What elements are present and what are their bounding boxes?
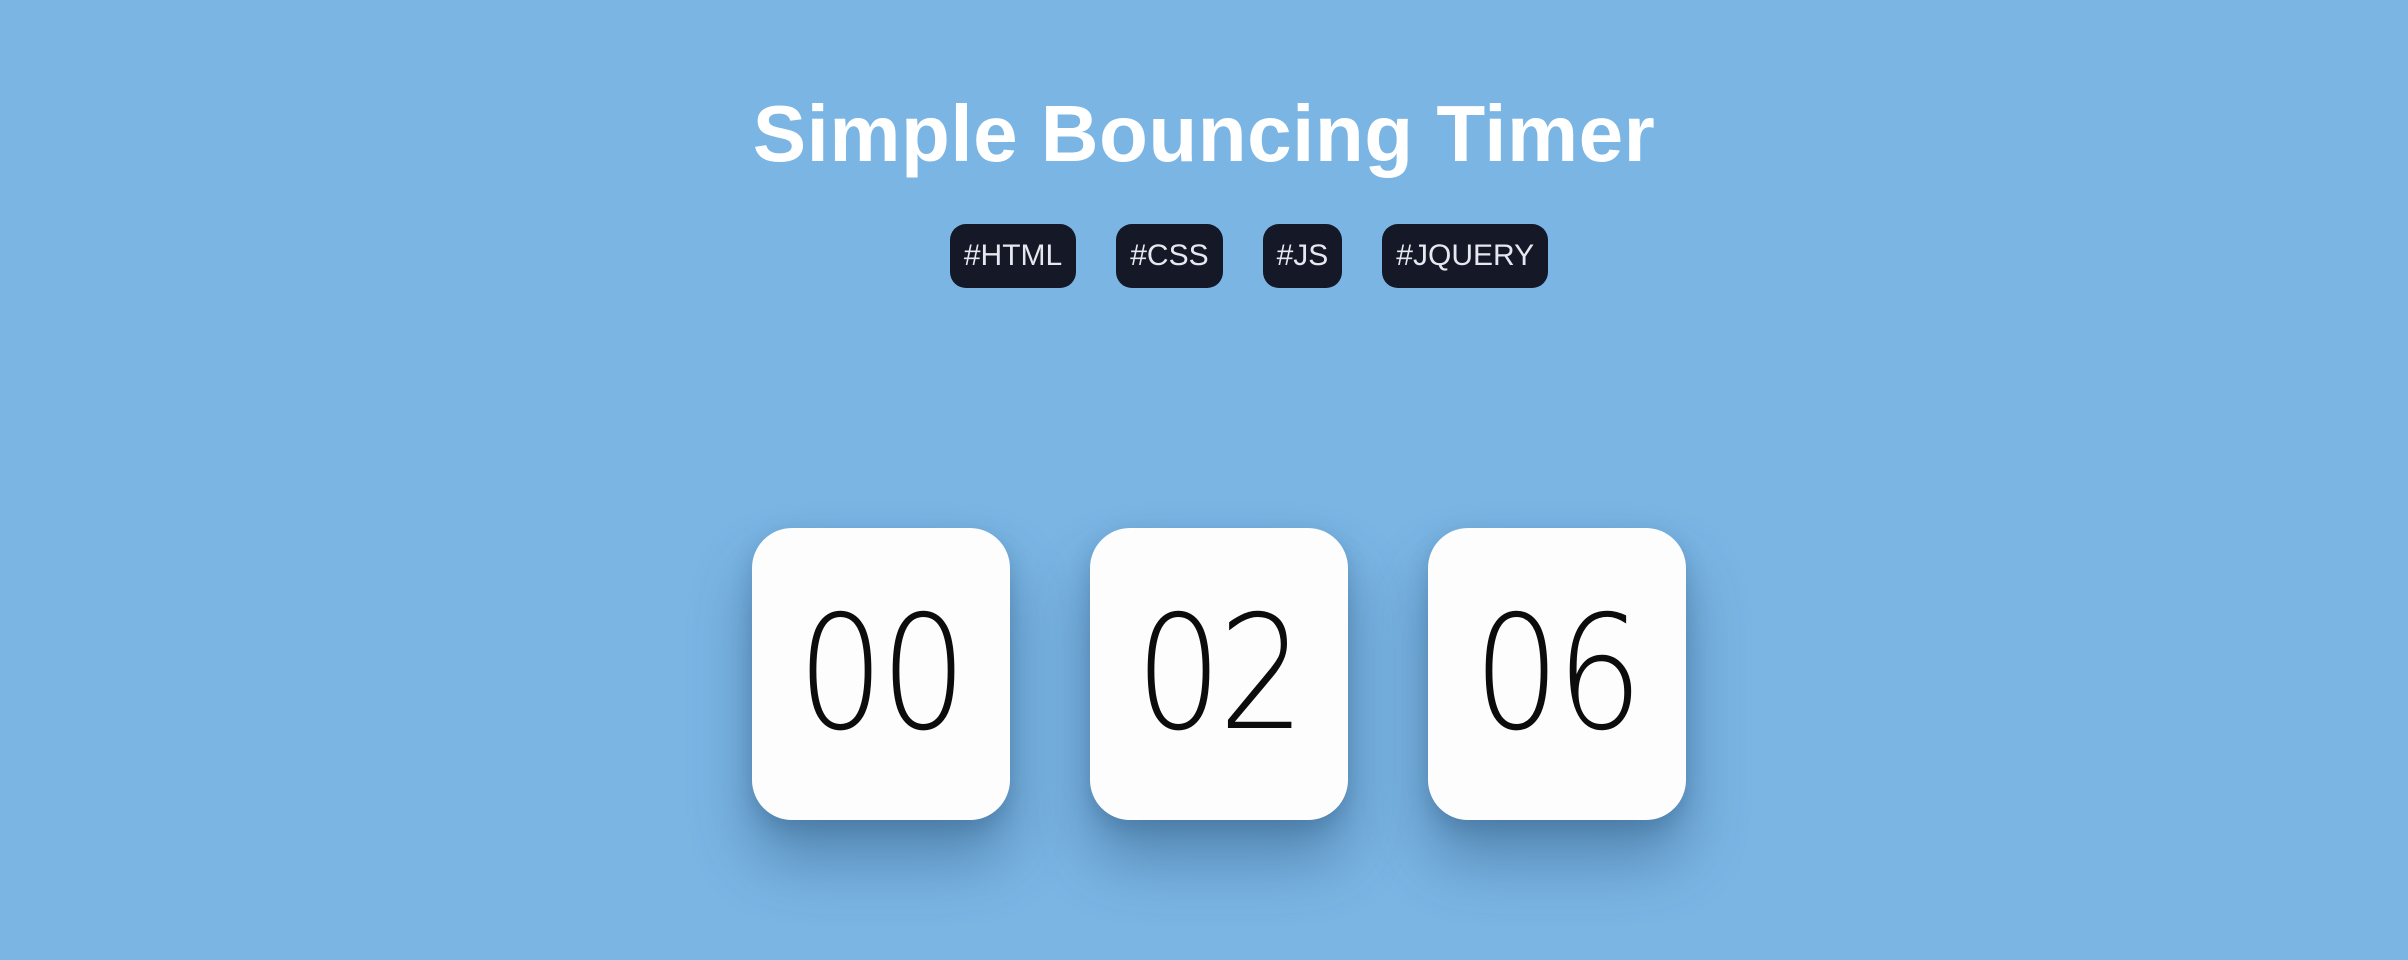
timer: 00 02 06 bbox=[0, 528, 2408, 820]
tag-html[interactable]: #HTML bbox=[949, 224, 1077, 288]
page-title: Simple Bouncing Timer bbox=[752, 89, 1656, 178]
tag-css[interactable]: #CSS bbox=[1116, 224, 1223, 288]
tag-js[interactable]: #JS bbox=[1262, 224, 1343, 288]
tag-jquery[interactable]: #JQUERY bbox=[1382, 224, 1549, 288]
timer-hours: 00 bbox=[797, 582, 967, 766]
timer-minutes: 02 bbox=[1135, 582, 1305, 766]
timer-card-seconds: 06 bbox=[1428, 528, 1686, 820]
timer-card-hours: 00 bbox=[752, 528, 1010, 820]
timer-card-minutes: 02 bbox=[1090, 528, 1348, 820]
timer-seconds: 06 bbox=[1473, 582, 1643, 766]
tag-list: #HTML #CSS #JS #JQUERY bbox=[0, 224, 2408, 288]
